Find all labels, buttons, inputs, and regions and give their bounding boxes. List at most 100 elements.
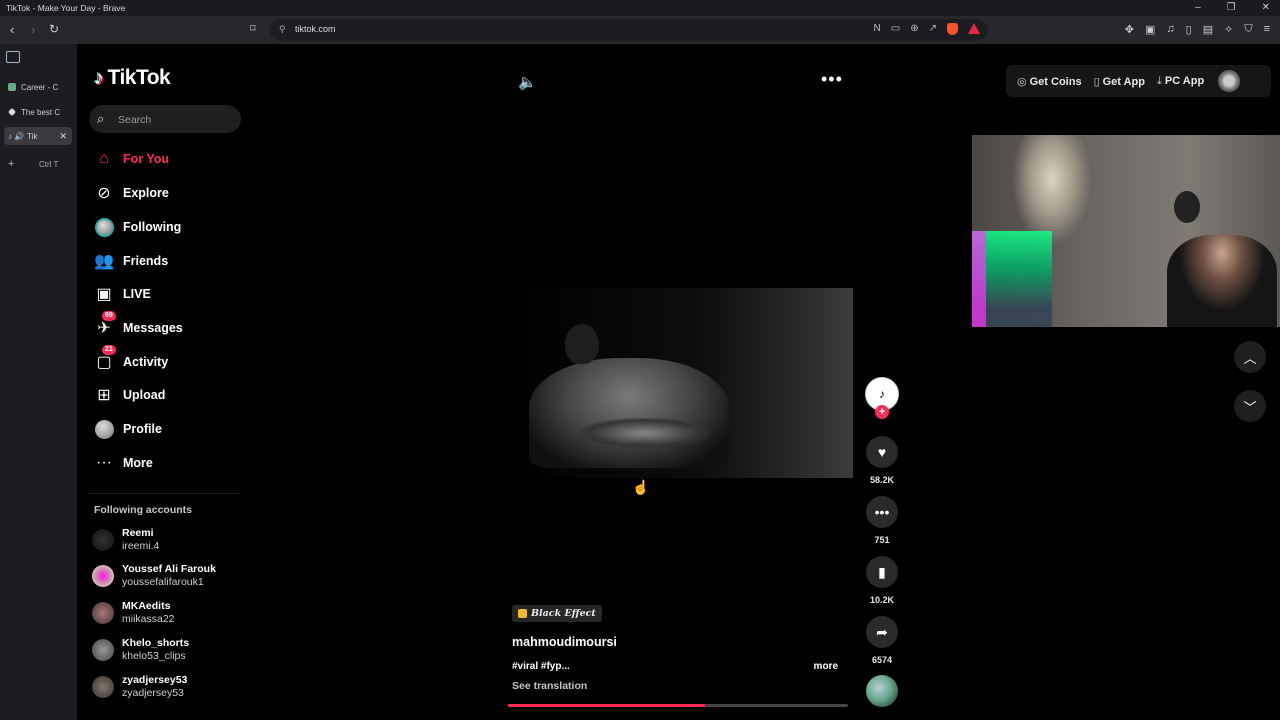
- previous-video-button[interactable]: ︿: [1234, 341, 1266, 373]
- address-bar-actions: N ▭ ⊕ ↗: [874, 23, 980, 35]
- messages-badge: 69: [102, 311, 116, 321]
- save-button[interactable]: ▮ 10.2K: [865, 556, 899, 605]
- leo-ai-icon[interactable]: ✧: [1224, 23, 1233, 36]
- close-tab-icon[interactable]: ✕: [59, 131, 67, 142]
- nav-following[interactable]: Following: [93, 215, 181, 239]
- nav-messages[interactable]: ✈ 69 Messages: [93, 311, 183, 340]
- more-icon: ···: [96, 454, 112, 471]
- wallet-icon[interactable]: ▤: [1203, 23, 1213, 36]
- tab-search-icon[interactable]: ▣: [1145, 23, 1155, 36]
- new-tab-icon[interactable]: +: [8, 158, 14, 170]
- video-player[interactable]: [509, 288, 853, 478]
- profile-avatar-icon: [93, 418, 115, 440]
- webcam-person: [1167, 235, 1277, 327]
- video-progress-bar[interactable]: [508, 704, 848, 707]
- tab-favicon-icon: [8, 83, 16, 91]
- live-icon: ▣: [96, 286, 112, 303]
- comment-button[interactable]: ••• 751: [865, 496, 899, 545]
- cast-icon[interactable]: ▭: [891, 23, 900, 35]
- following-account-item[interactable]: Reemi ireemi.4: [92, 525, 159, 555]
- search-input[interactable]: ⌕ Search: [89, 105, 241, 133]
- translate-icon[interactable]: N: [874, 23, 881, 35]
- top-actions: ◎ Get Coins ▯ Get App ⤓ PC App: [1006, 65, 1271, 97]
- coin-icon: ◎: [1017, 75, 1027, 88]
- minimize-icon[interactable]: –: [1195, 2, 1201, 13]
- download-icon: ⤓: [1157, 74, 1162, 87]
- menu-icon[interactable]: ≡: [1264, 23, 1270, 36]
- forward-icon[interactable]: ›: [31, 22, 35, 37]
- nav-explore[interactable]: ⊘ Explore: [93, 181, 169, 205]
- mouse-cursor-icon: ☝: [632, 479, 650, 495]
- activity-badge: 21: [102, 345, 116, 355]
- share-button[interactable]: ➦ 6574: [865, 616, 899, 665]
- nav-upload[interactable]: ⊞ Upload: [93, 383, 165, 407]
- nav-friends[interactable]: 👥 Friends: [93, 249, 168, 273]
- share-arrow-icon: ➦: [866, 616, 898, 648]
- like-button[interactable]: ♥ 58.2K: [865, 436, 899, 485]
- comment-icon: •••: [866, 496, 898, 528]
- nav-live[interactable]: ▣ LIVE: [93, 282, 150, 306]
- music-disc[interactable]: [866, 675, 898, 707]
- effect-icon: [518, 609, 527, 618]
- url-text[interactable]: tiktok.com: [295, 24, 336, 34]
- video-options-icon[interactable]: •••: [821, 69, 843, 90]
- nav-for-you[interactable]: ⌂ For You: [93, 147, 169, 171]
- search-placeholder: Search: [118, 114, 152, 126]
- tab-favicon-icon: [8, 108, 16, 116]
- nav-activity[interactable]: ▢ 21 Activity: [93, 345, 168, 374]
- pc-app-button[interactable]: ⤓ PC App: [1157, 75, 1204, 88]
- profile-avatar[interactable]: [1218, 70, 1241, 92]
- sidebar-toggle-icon[interactable]: [6, 51, 20, 63]
- brave-rewards-icon[interactable]: [968, 23, 980, 34]
- volume-icon[interactable]: 🔈: [518, 73, 537, 91]
- webcam-pc-light: [972, 231, 986, 327]
- tiktok-app: ♪ TikTok ⌕ Search ⌂ For You ⊘ Explore Fo…: [77, 44, 1280, 720]
- video-author[interactable]: mahmoudimoursi: [512, 635, 850, 649]
- share-icon[interactable]: ↗: [929, 23, 937, 35]
- webcam-overlay: [972, 135, 1280, 327]
- effect-tag[interactable]: Black Effect: [512, 605, 602, 622]
- compass-icon: ⊘: [97, 185, 111, 202]
- brave-shields-icon[interactable]: [947, 23, 958, 35]
- site-info-icon[interactable]: ⚲: [279, 24, 286, 35]
- nav-profile[interactable]: Profile: [93, 417, 162, 441]
- tab-audio-icon[interactable]: 🔊: [14, 132, 24, 141]
- video-info: Black Effect mahmoudimoursi #viral #fyp.…: [512, 605, 850, 692]
- following-avatar-icon: [93, 216, 115, 238]
- video-subject-head: [565, 324, 599, 364]
- follow-plus-icon[interactable]: +: [875, 405, 889, 419]
- tab-career[interactable]: Career - C: [4, 78, 72, 96]
- heart-icon: ♥: [866, 436, 898, 468]
- vpn-icon[interactable]: ⛉: [1244, 23, 1252, 36]
- close-window-icon[interactable]: ✕: [1262, 2, 1270, 13]
- extensions-icon[interactable]: ✥: [1125, 23, 1134, 36]
- bookmark-icon[interactable]: ⌑: [250, 22, 256, 35]
- following-account-item[interactable]: zyadjersey53 zyadjersey53: [92, 672, 187, 702]
- bookmark-icon: ▮: [866, 556, 898, 588]
- new-tab-shortcut: Ctrl T: [39, 160, 59, 169]
- sidebar-icon[interactable]: ▯: [1186, 23, 1192, 36]
- home-icon: ⌂: [99, 150, 109, 167]
- tab-the-best[interactable]: The best C: [4, 103, 72, 121]
- back-icon[interactable]: ‹: [10, 22, 14, 37]
- address-bar[interactable]: ⚲ tiktok.com N ▭ ⊕ ↗: [270, 19, 988, 41]
- following-account-item[interactable]: Youssef Ali Farouk youssefalifarouk1: [92, 561, 216, 591]
- following-account-item[interactable]: Khelo_shorts khelo53_clips: [92, 635, 189, 665]
- get-coins-button[interactable]: ◎ Get Coins: [1017, 75, 1082, 88]
- tiktok-note-icon: ♪: [94, 66, 104, 89]
- account-avatar: [92, 565, 114, 587]
- zoom-icon[interactable]: ⊕: [910, 23, 918, 35]
- music-icon[interactable]: ♫: [1166, 23, 1174, 36]
- tiktok-logo[interactable]: ♪ TikTok: [94, 66, 171, 90]
- more-button[interactable]: more: [814, 661, 838, 672]
- restore-icon[interactable]: ❐: [1227, 2, 1236, 13]
- reload-icon[interactable]: ↻: [49, 22, 59, 36]
- webcam-wall-hat: [1174, 191, 1200, 223]
- tab-tiktok[interactable]: ♪ 🔊 Tik ✕: [4, 127, 72, 145]
- following-account-item[interactable]: MKAedits miikassa22: [92, 598, 175, 628]
- get-app-button[interactable]: ▯ Get App: [1094, 75, 1145, 88]
- video-caption: #viral #fyp... more: [512, 661, 838, 672]
- see-translation-link[interactable]: See translation: [512, 680, 850, 692]
- nav-more[interactable]: ··· More: [93, 451, 153, 475]
- next-video-button[interactable]: ﹀: [1234, 390, 1266, 422]
